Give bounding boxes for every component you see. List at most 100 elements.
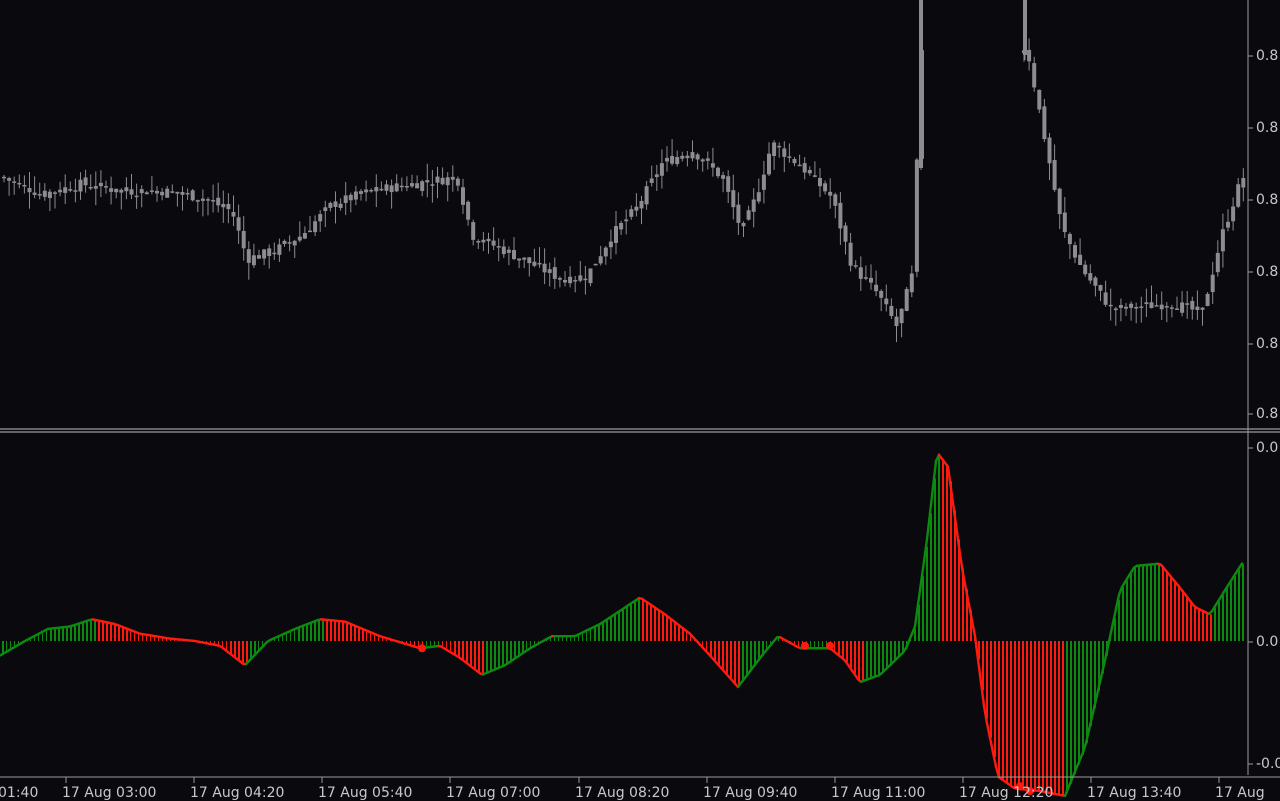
histogram-bar <box>614 615 616 641</box>
indicator-line-segment <box>915 605 918 627</box>
candle-body <box>1206 294 1210 306</box>
histogram-bar <box>1230 582 1232 641</box>
candle-body <box>328 203 332 208</box>
candle-body <box>854 265 858 267</box>
indicator-line-segment <box>972 621 975 637</box>
candle-body <box>1211 275 1215 292</box>
histogram-bar <box>610 617 612 641</box>
histogram-bar <box>850 641 852 668</box>
histogram-bar <box>130 630 131 641</box>
histogram-bar <box>302 626 304 641</box>
candle-body <box>84 177 88 185</box>
candle-body <box>94 186 98 189</box>
histogram-bar <box>638 599 640 641</box>
candle-body <box>298 237 302 241</box>
candle-body <box>334 201 338 207</box>
histogram-bar <box>1162 566 1164 641</box>
histogram-bar <box>498 641 500 668</box>
candle-body <box>226 204 230 209</box>
histogram-bar <box>930 513 932 641</box>
candle-body <box>140 189 144 193</box>
candle-body <box>1175 308 1179 310</box>
histogram-bar <box>510 641 512 662</box>
histogram-bar <box>462 641 464 659</box>
histogram-bar <box>1134 568 1136 641</box>
candle-body <box>869 278 873 283</box>
candle-body <box>1109 305 1113 307</box>
indicator-line-segment <box>930 487 933 513</box>
candle-body <box>22 185 26 187</box>
candle-body <box>471 222 475 240</box>
histogram-bar <box>990 641 992 738</box>
histogram-bar <box>450 641 451 652</box>
candle-body <box>436 177 440 183</box>
candle-body <box>726 176 730 192</box>
candle-body <box>160 192 164 195</box>
candle-body <box>889 306 893 316</box>
candle-body <box>573 280 577 282</box>
candle-body <box>446 177 450 185</box>
histogram-bar <box>54 628 56 641</box>
histogram-bar <box>506 641 508 665</box>
histogram-bar <box>746 641 748 676</box>
price-and-indicator-chart[interactable] <box>0 0 1280 800</box>
histogram-bar <box>846 641 848 662</box>
time-axis-label: 17 Aug 08:20 <box>575 786 669 800</box>
histogram-bar <box>466 641 468 663</box>
histogram-bar <box>934 478 936 641</box>
histogram-bar <box>486 641 488 673</box>
candle-body <box>1023 0 1027 55</box>
histogram-bar <box>1030 641 1032 790</box>
candle-body <box>313 221 317 232</box>
candle-body <box>808 170 812 173</box>
histogram-bar <box>330 620 332 641</box>
candle-body <box>364 189 368 192</box>
histogram-bar <box>306 625 308 641</box>
candle-body <box>7 178 11 181</box>
candle-body <box>1058 189 1062 214</box>
candle-body <box>99 183 103 186</box>
candle-body <box>1144 302 1148 304</box>
histogram-bar <box>730 641 732 678</box>
candle-body <box>1201 308 1205 310</box>
histogram-bar <box>1022 641 1024 789</box>
candle-body <box>344 195 348 202</box>
candle-body <box>798 165 802 167</box>
candle-body <box>691 152 695 158</box>
candle-body <box>879 291 883 298</box>
histogram-bar <box>1226 589 1228 641</box>
candle-body <box>919 0 923 168</box>
candle-body <box>89 187 93 189</box>
histogram-bar <box>318 620 320 641</box>
pane-separators <box>0 429 1280 432</box>
candle-body <box>175 192 179 194</box>
candle-body <box>308 231 312 233</box>
candle-body <box>864 277 868 279</box>
time-axis-label: 17 Aug 13:40 <box>1087 786 1181 800</box>
candle-body <box>201 199 205 201</box>
candle-body <box>400 186 404 188</box>
candle-body <box>38 194 42 196</box>
candle-body <box>1155 305 1159 307</box>
candle-body <box>170 191 174 193</box>
histogram-bar <box>854 641 856 673</box>
indicator-axis-label: -0.0 <box>1256 757 1280 771</box>
candle-body <box>721 175 725 179</box>
candle-body <box>196 200 200 202</box>
candle-body <box>1042 106 1046 139</box>
candle-body <box>650 178 654 182</box>
histogram-bar <box>98 620 100 641</box>
histogram-bar <box>834 641 835 651</box>
candle-body <box>232 212 236 217</box>
candle-body <box>257 255 261 258</box>
candle-body <box>119 190 123 193</box>
candle-body <box>497 246 501 248</box>
histogram-bar <box>350 624 352 641</box>
candle-body <box>277 244 281 254</box>
time-axis-label: 17 Aug <box>1215 786 1265 800</box>
candle-body <box>476 241 480 243</box>
histogram-bar <box>942 459 944 641</box>
histogram-bar <box>1006 641 1008 782</box>
candle-body <box>1119 305 1123 308</box>
candle-body <box>303 233 307 239</box>
